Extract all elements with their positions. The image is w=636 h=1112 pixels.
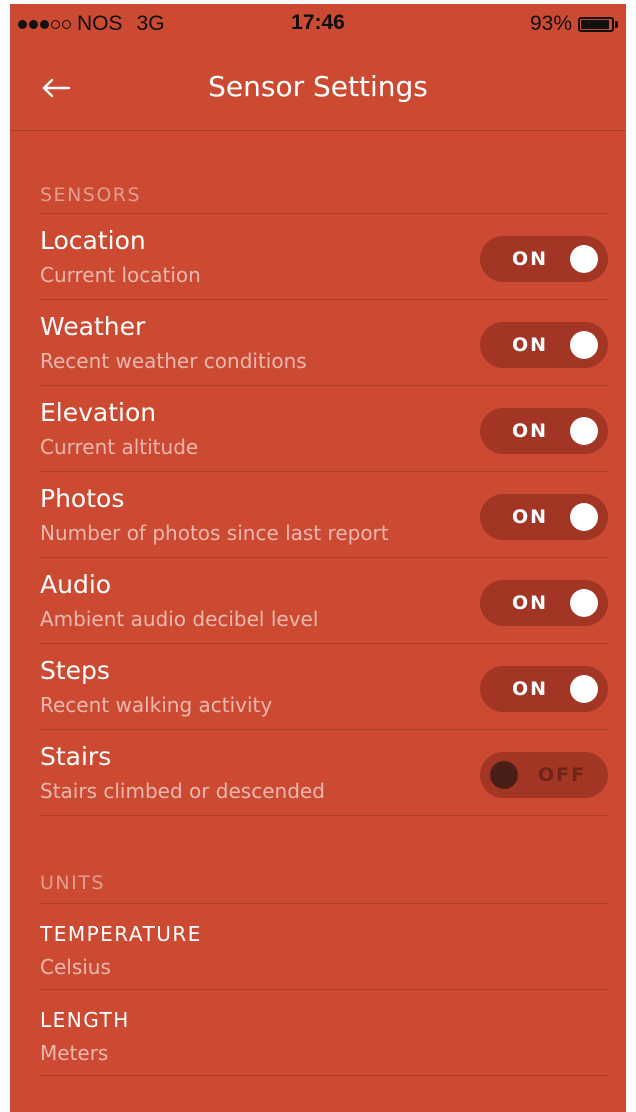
unit-label: TEMPERATURE — [40, 922, 202, 946]
sensor-title: Weather — [40, 312, 146, 341]
battery-percent: 93% — [529, 12, 572, 35]
sensor-subtitle: Stairs climbed or descended — [40, 779, 325, 803]
sensor-row-photos: Photos Number of photos since last repor… — [40, 472, 608, 558]
toggle-state-label: ON — [512, 678, 549, 700]
sensor-subtitle: Recent weather conditions — [40, 349, 307, 373]
toggle-knob — [570, 245, 598, 273]
toggle-knob — [570, 331, 598, 359]
sensor-title: Stairs — [40, 742, 112, 771]
unit-label: LENGTH — [40, 1008, 130, 1032]
sensor-title: Location — [40, 226, 146, 255]
toggle-state-label: ON — [512, 592, 549, 614]
steps-toggle[interactable]: ON — [480, 666, 608, 712]
sensor-subtitle: Ambient audio decibel level — [40, 607, 319, 631]
sensor-title: Steps — [40, 656, 110, 685]
settings-screen: NOS 3G 17:46 93% Sensor Settings SENSORS… — [10, 4, 626, 1112]
unit-row-length[interactable]: LENGTH Meters — [40, 990, 608, 1076]
battery-icon — [578, 16, 614, 32]
sensor-title: Audio — [40, 570, 112, 599]
sensor-subtitle: Current altitude — [40, 435, 199, 459]
sensor-row-stairs: Stairs Stairs climbed or descended OFF — [40, 730, 608, 816]
toggle-knob — [570, 675, 598, 703]
page-title: Sensor Settings — [208, 70, 428, 103]
sensor-row-steps: Steps Recent walking activity ON — [40, 644, 608, 730]
sensor-row-weather: Weather Recent weather conditions ON — [40, 300, 608, 386]
photos-toggle[interactable]: ON — [480, 494, 608, 540]
sensor-subtitle: Recent walking activity — [40, 693, 273, 717]
toggle-knob — [570, 589, 598, 617]
status-bar: NOS 3G 17:46 93% — [10, 4, 626, 44]
sensor-title: Photos — [40, 484, 125, 513]
sensor-subtitle: Number of photos since last report — [40, 521, 389, 545]
sensor-row-audio: Audio Ambient audio decibel level ON — [40, 558, 608, 644]
unit-value: Meters — [40, 1041, 109, 1065]
sensor-row-location: Location Current location ON — [40, 214, 608, 300]
toggle-state-label: ON — [512, 506, 549, 528]
toggle-knob — [490, 761, 518, 789]
unit-value: Celsius — [40, 955, 111, 979]
elevation-toggle[interactable]: ON — [480, 408, 608, 454]
toggle-state-label: ON — [512, 420, 549, 442]
toggle-state-label: OFF — [538, 764, 587, 786]
weather-toggle[interactable]: ON — [480, 322, 608, 368]
battery-level-fill — [581, 19, 609, 29]
nav-bar: Sensor Settings — [10, 44, 626, 131]
toggle-knob — [570, 417, 598, 445]
section-header-units: UNITS — [40, 816, 608, 904]
battery-cap — [615, 20, 618, 28]
toggle-state-label: ON — [512, 248, 549, 270]
sensor-subtitle: Current location — [40, 263, 201, 287]
sensor-row-elevation: Elevation Current altitude ON — [40, 386, 608, 472]
toggle-state-label: ON — [512, 334, 549, 356]
unit-row-temperature[interactable]: TEMPERATURE Celsius — [40, 904, 608, 990]
settings-list: SENSORS Location Current location ON Wea… — [40, 130, 608, 1076]
status-right: 93% — [530, 12, 618, 36]
toggle-knob — [570, 503, 598, 531]
section-header-sensors: SENSORS — [40, 130, 608, 214]
audio-toggle[interactable]: ON — [480, 580, 608, 626]
sensor-title: Elevation — [40, 398, 157, 427]
location-toggle[interactable]: ON — [480, 236, 608, 282]
stairs-toggle[interactable]: OFF — [480, 752, 608, 798]
